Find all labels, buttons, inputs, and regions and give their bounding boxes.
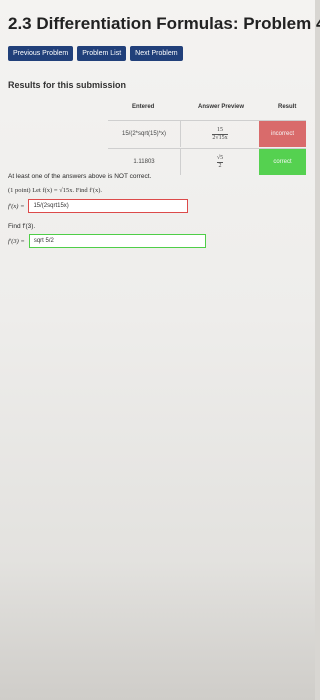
answer-preview-cell: √5 2 bbox=[181, 149, 259, 175]
column-header-entered: Entered bbox=[132, 104, 155, 110]
answer-preview-fraction: √5 2 bbox=[216, 155, 224, 169]
answer-preview-fraction: 15 2√15x bbox=[212, 127, 228, 141]
result-incorrect-badge: incorrect bbox=[259, 121, 306, 147]
answer-preview-cell: 15 2√15x bbox=[181, 121, 259, 147]
preview-denominator: 2√15x bbox=[212, 133, 228, 141]
answer2-label: f′(3) = bbox=[8, 237, 25, 245]
problem-list-button[interactable]: Problem List bbox=[77, 46, 127, 61]
preview-numerator: √5 bbox=[216, 155, 224, 162]
feedback-warning: At least one of the answers above is NOT… bbox=[8, 173, 152, 180]
next-problem-button[interactable]: Next Problem bbox=[130, 46, 183, 61]
problem-statement: (1 point) Let f(x) = √15x. Find f′(x). bbox=[8, 187, 103, 194]
answer2-input[interactable]: sqrt 5/2 bbox=[28, 234, 206, 248]
results-heading: Results for this submission bbox=[8, 80, 127, 90]
answer1-input[interactable]: 15/(2sqrt15x) bbox=[28, 199, 189, 213]
entered-cell: 15/(2*sqrt(15)*x) bbox=[108, 121, 181, 147]
page-background: 2.3 Differentiation Formulas: Problem 4 … bbox=[0, 0, 320, 700]
find-prompt: Find f′(3). bbox=[8, 223, 36, 230]
problem-nav: Previous Problem Problem List Next Probl… bbox=[8, 46, 183, 61]
answer-row-1: f′(x) = 15/(2sqrt15x) bbox=[8, 199, 189, 213]
results-table-header: Entered Answer Preview Result bbox=[108, 100, 306, 120]
answer1-label: f′(x) = bbox=[8, 202, 25, 210]
column-header-answer-preview: Answer Preview bbox=[198, 104, 245, 110]
column-header-result: Result bbox=[278, 104, 297, 110]
table-row: 1.11803 √5 2 correct bbox=[108, 148, 306, 176]
entered-cell: 1.11803 bbox=[108, 149, 181, 175]
previous-problem-button[interactable]: Previous Problem bbox=[8, 46, 74, 61]
result-correct-badge: correct bbox=[259, 149, 306, 175]
results-table: Entered Answer Preview Result 15/(2*sqrt… bbox=[108, 100, 306, 176]
answer-row-2: f′(3) = sqrt 5/2 bbox=[8, 234, 206, 248]
preview-denominator: 2 bbox=[216, 161, 224, 169]
table-row: 15/(2*sqrt(15)*x) 15 2√15x incorrect bbox=[108, 120, 306, 148]
page-title: 2.3 Differentiation Formulas: Problem 4 bbox=[8, 14, 320, 33]
